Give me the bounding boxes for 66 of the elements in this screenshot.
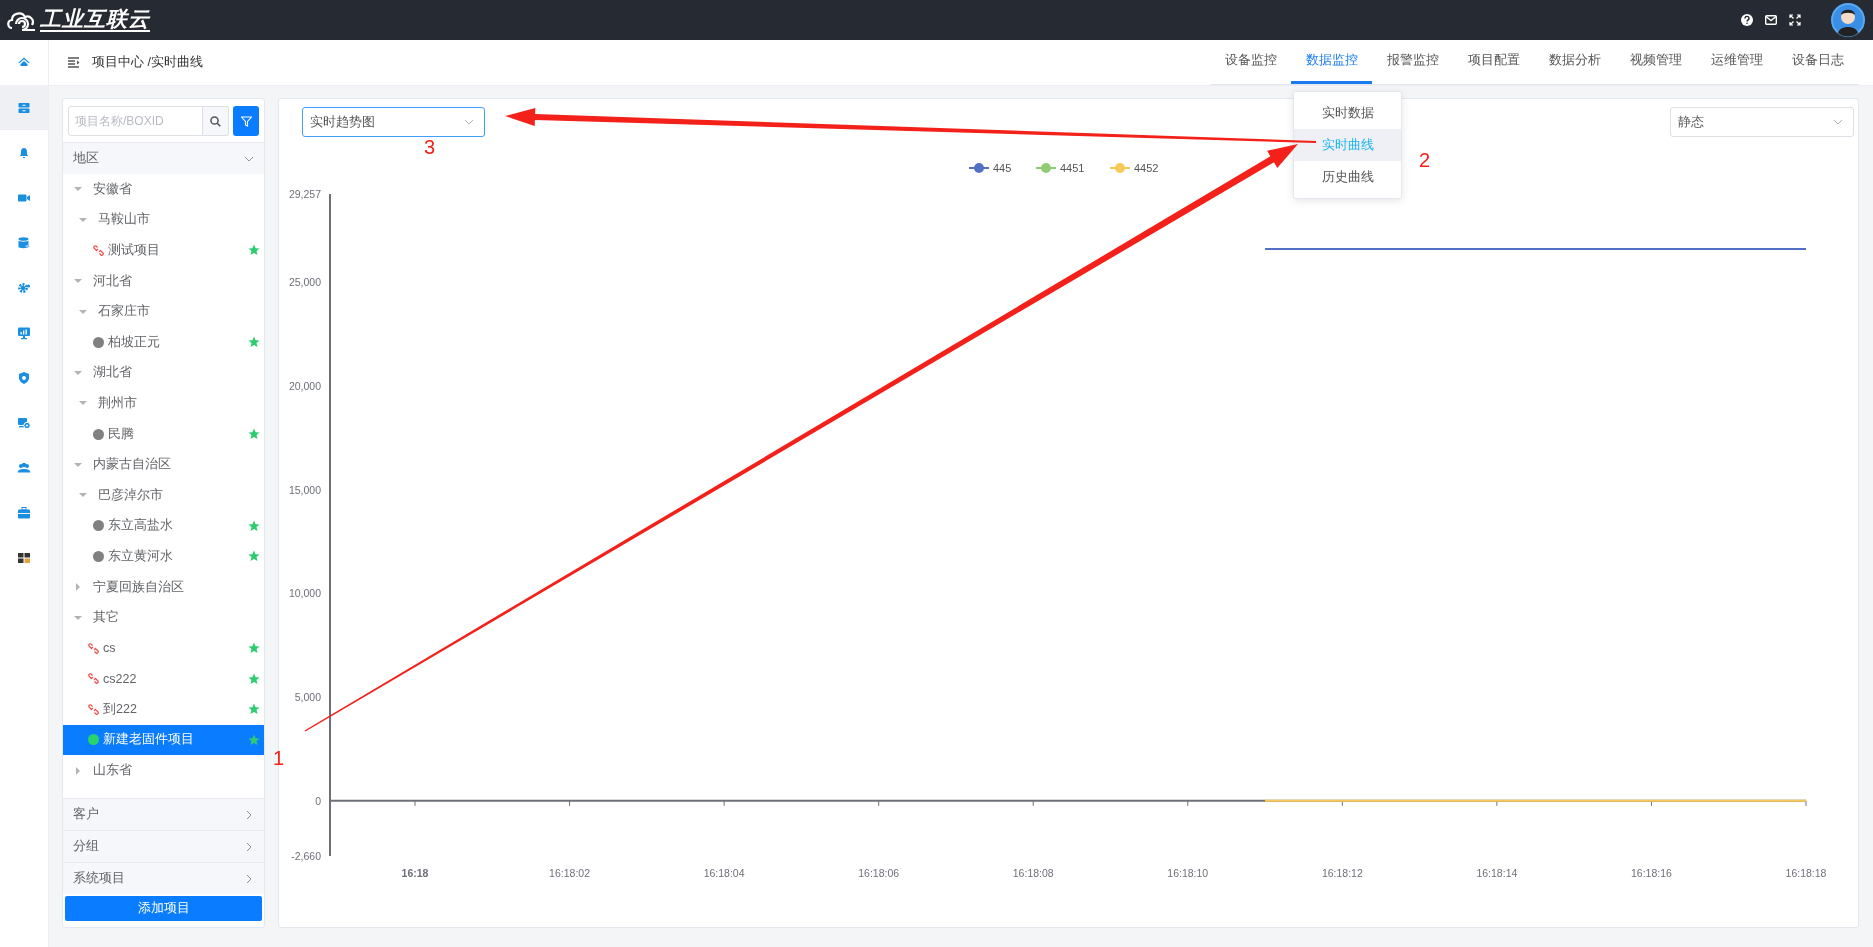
tree-item[interactable]: 荆州市 bbox=[63, 388, 264, 419]
axis-label: 0 bbox=[315, 794, 321, 807]
tree-item[interactable]: 马鞍山市 bbox=[63, 204, 264, 236]
nav-tab[interactable]: 视频管理 bbox=[1615, 40, 1696, 84]
legend-label: 4451 bbox=[1060, 162, 1085, 174]
nav-tab[interactable]: 运维管理 bbox=[1696, 40, 1777, 84]
legend-item[interactable]: 4451 bbox=[1035, 162, 1085, 174]
tree-item[interactable]: 宁夏回族自治区 bbox=[63, 571, 264, 603]
axis-label: 16:18:18 bbox=[1785, 867, 1827, 879]
axis-label: 16:18:10 bbox=[1167, 867, 1209, 879]
tree-item[interactable]: 民腾 bbox=[63, 418, 264, 450]
tree-item[interactable]: 安徽省 bbox=[63, 174, 264, 205]
dropdown[interactable]: 静态 bbox=[1670, 107, 1854, 137]
axis-label: 16:18 bbox=[401, 867, 429, 879]
dropdown[interactable]: 实时趋势图 bbox=[302, 107, 485, 137]
tree-item[interactable]: 柏坡正元 bbox=[63, 326, 264, 358]
axis-label: 10,000 bbox=[288, 587, 321, 600]
search-field[interactable]: 项目名称/BOXID bbox=[68, 106, 203, 136]
tree-item[interactable]: 山东省 bbox=[63, 755, 264, 786]
tree-item[interactable]: 东立高盐水 bbox=[63, 510, 264, 542]
annotation-number: 2 bbox=[1419, 149, 1431, 171]
tree-item[interactable]: cs bbox=[63, 632, 264, 664]
menu-item[interactable]: 历史曲线 bbox=[1294, 161, 1401, 193]
legend-label: 445 bbox=[993, 162, 1012, 174]
tree-item[interactable]: 其它 bbox=[63, 602, 264, 633]
axis-label: 16:18:06 bbox=[858, 867, 900, 879]
nav-tab[interactable]: 项目配置 bbox=[1453, 40, 1534, 84]
axis-label: 5,000 bbox=[294, 691, 321, 704]
tree-item[interactable]: 石家庄市 bbox=[63, 296, 264, 327]
accordion-header[interactable]: 分组 bbox=[63, 830, 264, 862]
axis-label: 16:18:12 bbox=[1321, 867, 1363, 879]
axis-label: 15,000 bbox=[288, 483, 321, 496]
legend-item[interactable]: 445 bbox=[968, 162, 1012, 174]
axis-label: 16:18:08 bbox=[1012, 867, 1054, 879]
brand-name: 工业互联云 bbox=[40, 8, 150, 32]
nav-tab[interactable]: 报警监控 bbox=[1372, 40, 1453, 84]
axis-label: 16:18:16 bbox=[1631, 867, 1672, 879]
tree-item[interactable]: 测试项目 bbox=[63, 235, 264, 266]
axis-label: 20,000 bbox=[288, 380, 321, 392]
tree-item[interactable]: 河北省 bbox=[63, 265, 264, 297]
legend-item[interactable]: 4452 bbox=[1109, 162, 1159, 174]
axis-label: -2,660 bbox=[291, 850, 321, 862]
tree-item[interactable]: cs222 bbox=[63, 663, 264, 695]
tree-item[interactable]: 湖北省 bbox=[63, 357, 264, 389]
breadcrumb: 项目中心 /实时曲线 bbox=[92, 54, 203, 71]
axis-label: 16:18:04 bbox=[703, 867, 745, 879]
legend-label: 4452 bbox=[1134, 162, 1159, 174]
annotation-number: 1 bbox=[273, 747, 285, 769]
annotation-number: 3 bbox=[424, 136, 436, 158]
nav-tab[interactable]: 设备监控 bbox=[1210, 40, 1291, 84]
tree-item[interactable]: 巴彦淖尔市 bbox=[63, 479, 264, 511]
axis-label: 16:18:02 bbox=[549, 867, 590, 879]
accordion-header[interactable]: 系统项目 bbox=[63, 862, 264, 894]
nav-tab[interactable]: 数据分析 bbox=[1534, 40, 1615, 84]
menu-item[interactable]: 实时数据 bbox=[1294, 97, 1401, 129]
accordion-header[interactable]: 地区 bbox=[63, 142, 264, 174]
tree-item[interactable]: 内蒙古自治区 bbox=[63, 449, 264, 480]
axis-label: 29,257 bbox=[288, 188, 321, 200]
axis-label: 16:18:14 bbox=[1476, 867, 1518, 879]
axis-label: 25,000 bbox=[288, 276, 321, 289]
tree-item[interactable]: 到222 bbox=[63, 694, 264, 725]
tree-item[interactable]: 新建老固件项目 bbox=[63, 724, 264, 756]
add-project-button[interactable]: 添加项目 bbox=[65, 896, 262, 921]
nav-tab[interactable]: 设备日志 bbox=[1777, 40, 1858, 84]
tree-item[interactable]: 东立黄河水 bbox=[63, 541, 264, 572]
accordion-header[interactable]: 客户 bbox=[63, 798, 264, 830]
